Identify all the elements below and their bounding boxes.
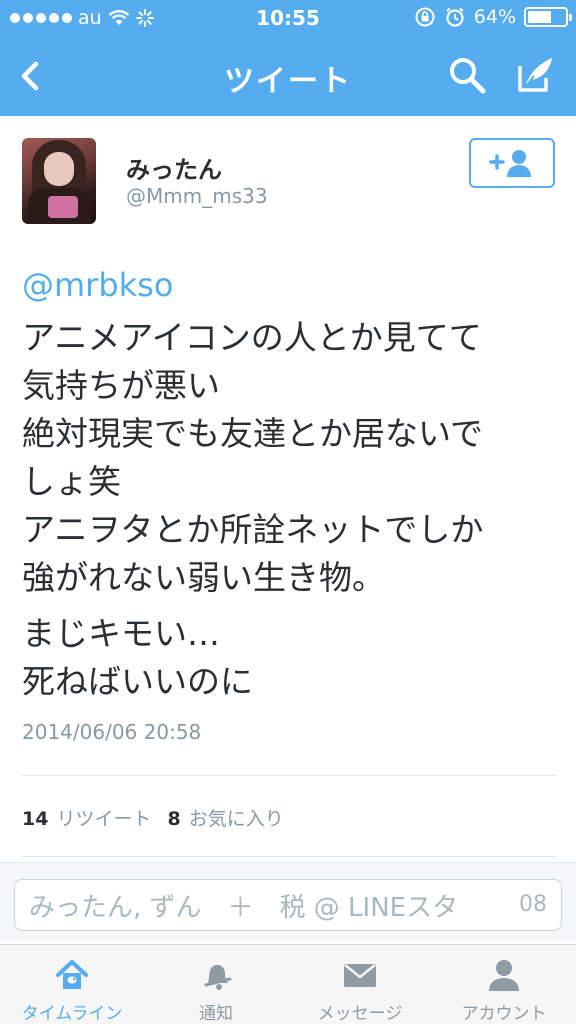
divider <box>22 856 556 857</box>
tab-label: 通知 <box>199 1004 233 1024</box>
battery-icon <box>524 7 572 27</box>
person-icon <box>489 960 519 991</box>
char-counter: 08 <box>519 892 547 917</box>
tweet-detail-screen: au 10:55 64% ツイート みったん @Mmm_ms33 @mrbkso… <box>0 0 576 1024</box>
avatar[interactable] <box>22 138 96 224</box>
tweet-paragraph: アニメアイコンの人とか見てて 気持ちが悪い <box>22 318 482 405</box>
favorite-count[interactable]: 8 <box>167 808 180 830</box>
tab-label: メッセージ <box>317 1004 403 1024</box>
follow-button[interactable] <box>469 138 555 188</box>
bell-icon <box>204 964 232 990</box>
search-button[interactable] <box>446 54 488 96</box>
tweet-stats: 14 リツイート 8 お気に入り <box>22 804 300 831</box>
author-handle[interactable]: @Mmm_ms33 <box>126 184 268 208</box>
tab-label: タイムライン <box>21 1004 123 1024</box>
tab-label: アカウント <box>461 1004 547 1024</box>
tab-account[interactable]: アカウント <box>432 945 576 1024</box>
envelope-icon <box>344 964 376 987</box>
page-title: ツイート <box>224 64 352 99</box>
battery-level-fill <box>528 11 551 23</box>
retweet-label[interactable]: リツイート <box>56 804 151 831</box>
tab-timeline[interactable]: タイムライン <box>0 945 144 1024</box>
battery-percent: 64% <box>473 6 516 28</box>
add-user-icon <box>489 150 531 177</box>
reply-text: みったん, ずん ＋ 税 @ LINEスタ <box>29 892 459 923</box>
rotation-lock-icon <box>415 7 435 27</box>
tweet-timestamp: 2014/06/06 20:58 <box>22 720 202 744</box>
alarm-icon <box>446 7 464 27</box>
tweet-paragraph: 絶対現実でも友達とか居ないで しょ笑 <box>22 414 484 501</box>
tweet-paragraph: アニヲタとか所詮ネットでしか 強がれない弱い生き物。 <box>22 510 484 597</box>
header: au 10:55 64% ツイート <box>0 0 576 116</box>
nav-bar: ツイート <box>0 38 576 116</box>
reply-bar: みったん, ずん ＋ 税 @ LINEスタ 08 <box>0 862 576 942</box>
author-name[interactable]: みったん <box>126 150 222 185</box>
compose-button[interactable] <box>512 52 558 98</box>
reply-input[interactable]: みったん, ずん ＋ 税 @ LINEスタ 08 <box>14 879 562 931</box>
tab-bar: タイムライン 通知 メッセージ アカウント <box>0 944 576 1024</box>
divider <box>22 775 556 776</box>
status-right-group: 64% <box>414 6 572 28</box>
home-icon <box>56 960 88 989</box>
mention-link[interactable]: @mrbkso <box>22 266 173 304</box>
search-icon <box>450 58 486 94</box>
tab-messages[interactable]: メッセージ <box>288 945 432 1024</box>
retweet-count[interactable]: 14 <box>22 808 48 830</box>
tweet-paragraph: まじキモい… 死ねばいいのに <box>22 614 253 701</box>
tab-notifications[interactable]: 通知 <box>144 945 288 1024</box>
status-bar: au 10:55 64% <box>0 0 576 38</box>
compose-icon <box>518 58 552 92</box>
favorite-label[interactable]: お気に入り <box>189 804 284 831</box>
